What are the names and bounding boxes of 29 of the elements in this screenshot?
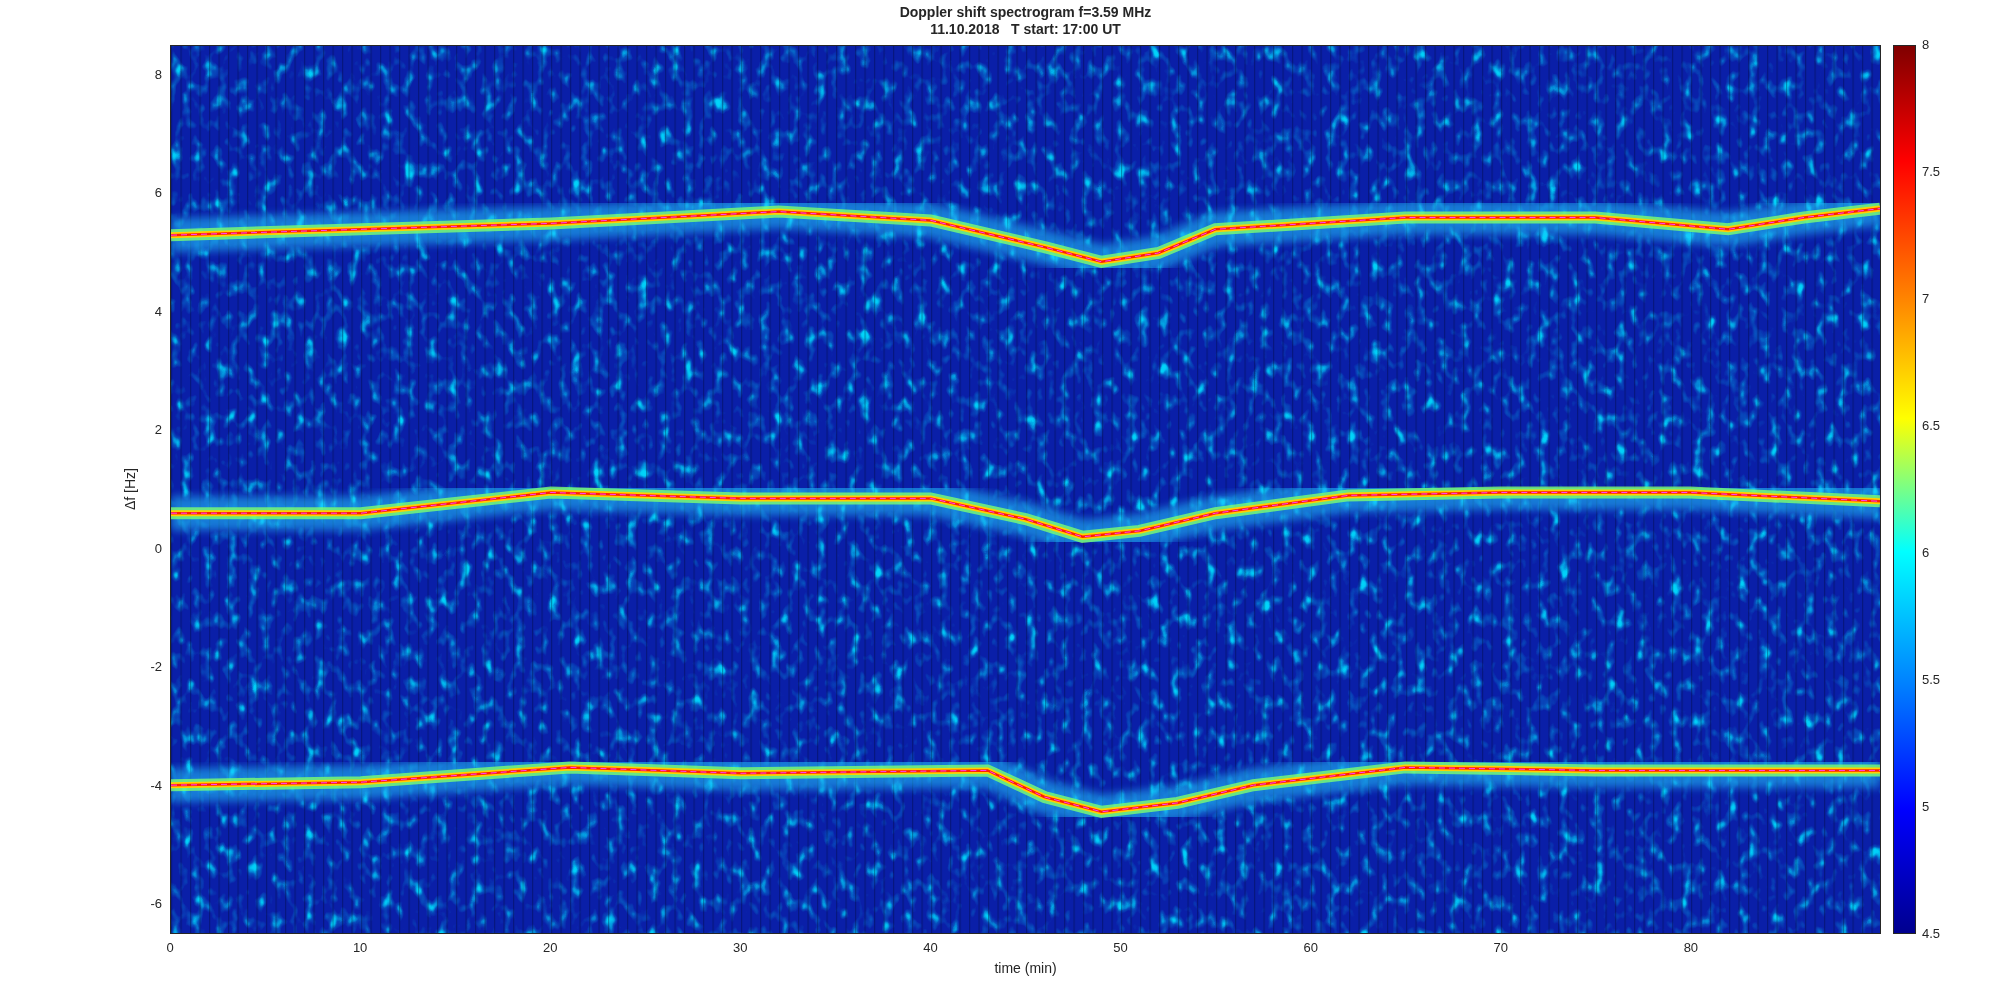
tick-label: 6 [1922, 544, 1930, 563]
tick-label: 6 [154, 184, 162, 203]
tick-label: 5.5 [1922, 671, 1941, 690]
tick-label: 60 [1303, 939, 1318, 957]
tick-label: 8 [154, 65, 162, 84]
tick-label: -4 [150, 777, 162, 796]
tick-label: 70 [1493, 939, 1508, 957]
tick-label: 4.5 [1922, 925, 1941, 944]
tick-label: 7 [1922, 290, 1930, 309]
tick-label: 80 [1683, 939, 1699, 957]
axis-label: time (min) [994, 959, 1057, 978]
tick-label: 50 [1113, 939, 1128, 957]
tick-label: 0 [166, 939, 174, 957]
axis-label: Δf [Hz] [120, 468, 139, 511]
tick-label: 4 [154, 302, 162, 321]
tick-label: 30 [733, 939, 748, 957]
tick-label: 20 [543, 939, 558, 957]
tick-label: 40 [923, 939, 938, 957]
tick-label: -6 [150, 895, 162, 914]
tick-label: 7.5 [1922, 163, 1941, 182]
chart-title: Doppler shift spectrogram f=3.59 MHz [898, 4, 1153, 21]
tick-label: 0 [154, 540, 162, 558]
chart-title: 11.10.2018 T start: 17:00 UT [929, 21, 1122, 38]
tick-label: 10 [352, 939, 368, 957]
tick-label: -2 [150, 658, 162, 677]
tick-label: 8 [1922, 36, 1930, 55]
tick-label: 5 [1922, 798, 1930, 817]
tick-label: 2 [154, 421, 162, 440]
tick-label: 6.5 [1922, 417, 1941, 436]
